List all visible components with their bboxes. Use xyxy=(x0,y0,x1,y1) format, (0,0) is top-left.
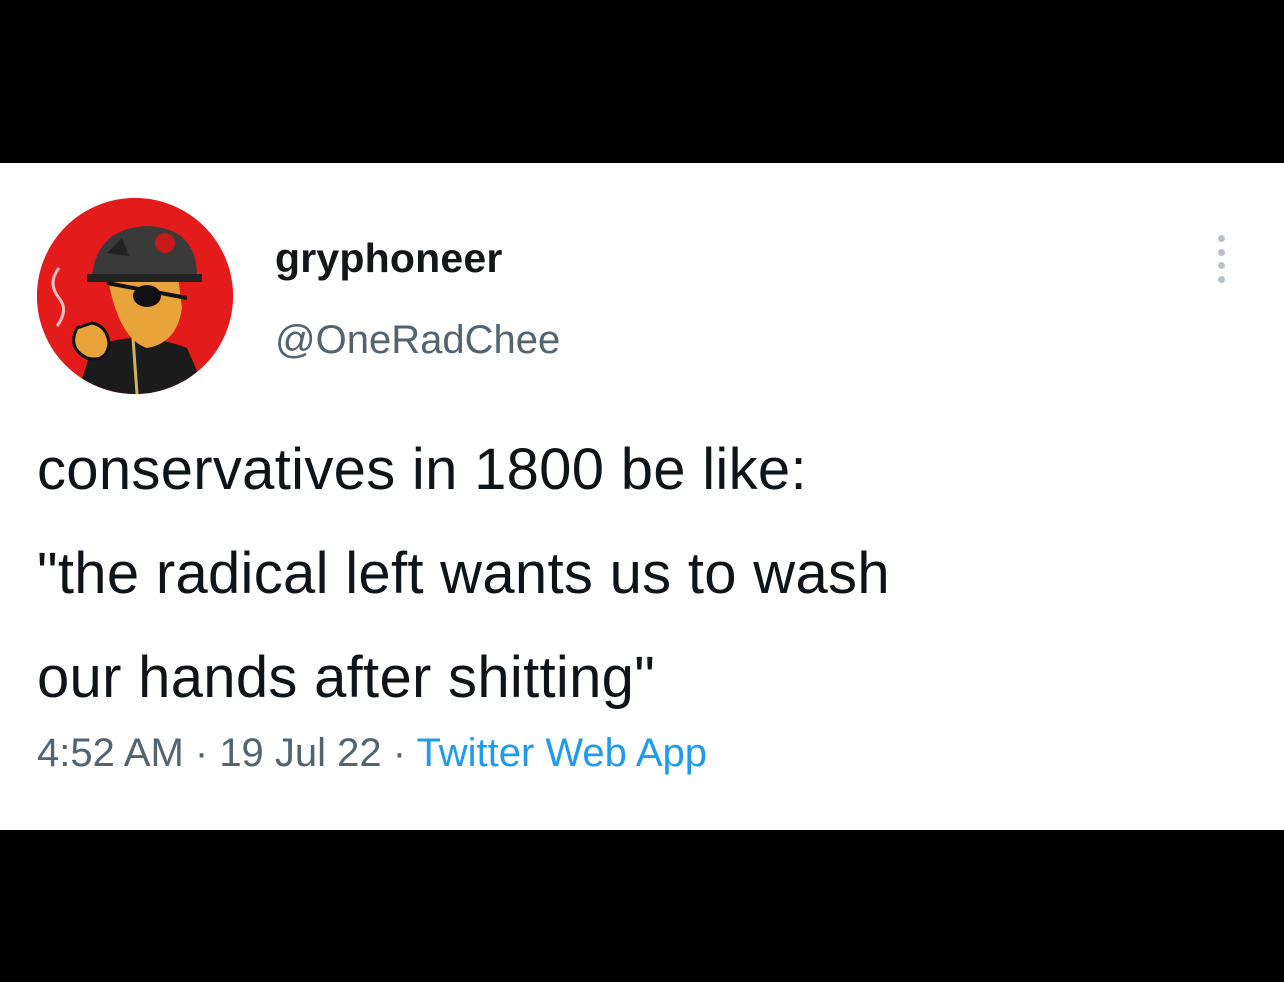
more-dot xyxy=(1217,275,1225,283)
tweet-text: conservatives in 1800 be like: "the radi… xyxy=(37,418,1257,730)
meta-separator: · xyxy=(381,731,417,775)
tweet-text-line: our hands after shitting" xyxy=(37,645,656,710)
top-black-bar xyxy=(0,0,1284,163)
tweet-time[interactable]: 4:52 AM xyxy=(37,731,184,775)
bottom-black-bar xyxy=(0,830,1284,982)
tweet-text-line: conservatives in 1800 be like: xyxy=(37,437,807,502)
display-name[interactable]: gryphoneer xyxy=(275,235,503,282)
tweet-meta: 4:52 AM · 19 Jul 22 · Twitter Web App xyxy=(37,731,707,776)
user-handle[interactable]: @OneRadChee xyxy=(275,318,560,363)
more-dot xyxy=(1217,262,1225,270)
tweet-source-link[interactable]: Twitter Web App xyxy=(416,731,707,775)
meta-separator: · xyxy=(183,731,220,775)
more-dot xyxy=(1217,235,1225,242)
tweet-text-line: "the radical left wants us to wash xyxy=(37,541,890,606)
tweet-card: gryphoneer @OneRadChee conservatives in … xyxy=(0,163,1284,830)
avatar[interactable] xyxy=(37,198,233,394)
pirate-character-avatar-icon xyxy=(37,198,233,394)
tweet-date[interactable]: 19 Jul 22 xyxy=(219,731,381,775)
more-options-icon[interactable] xyxy=(1206,235,1236,283)
more-dot xyxy=(1217,248,1225,256)
